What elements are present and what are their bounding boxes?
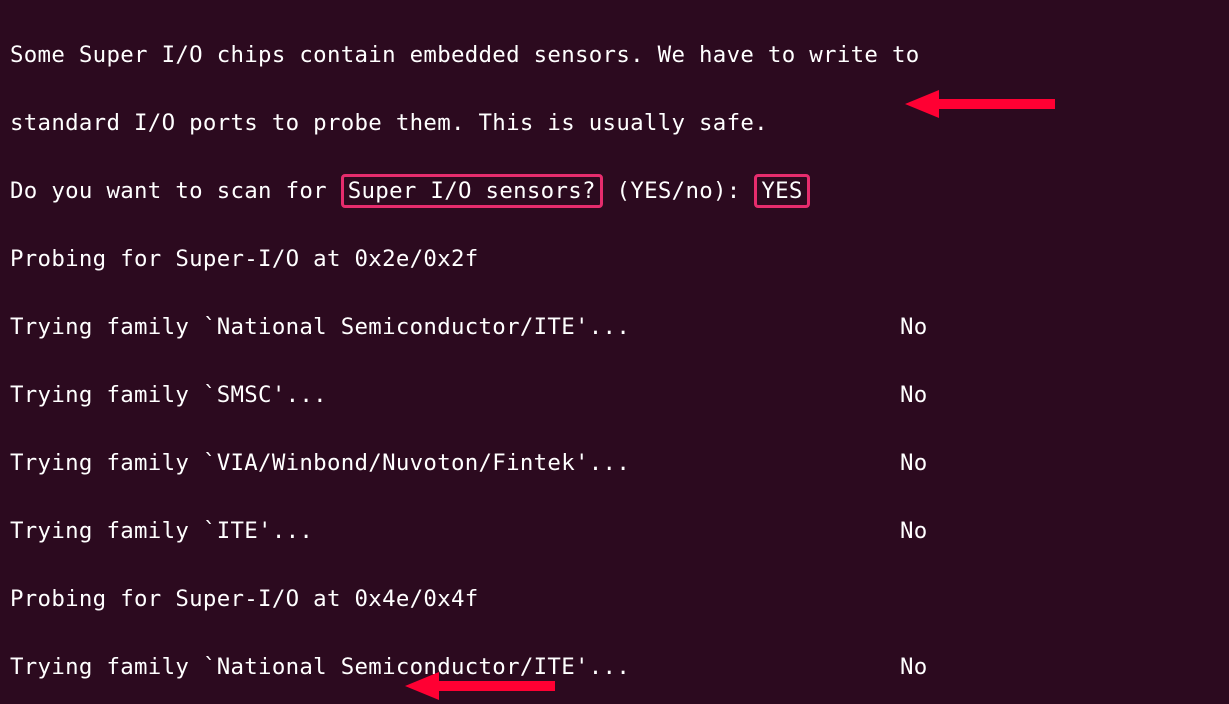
result-row: Trying family `ITE'... No: [10, 514, 1219, 548]
text: Trying family `ITE'...: [10, 518, 313, 544]
text: Trying family `National Semiconductor/IT…: [10, 314, 630, 340]
prompt-line-superio: Do you want to scan for Super I/O sensor…: [10, 174, 1219, 208]
text: Do you want to scan for: [10, 178, 341, 204]
result-value: No: [900, 310, 928, 344]
text-line: Some Super I/O chips contain embedded se…: [10, 38, 1219, 72]
result-value: No: [900, 446, 928, 480]
highlight-answer-yes[interactable]: YES: [754, 174, 809, 208]
result-value: No: [900, 650, 928, 684]
terminal-output: Some Super I/O chips contain embedded se…: [0, 0, 1229, 704]
result-value: No: [900, 378, 928, 412]
text: Trying family `SMSC'...: [10, 382, 327, 408]
text: (YES/no):: [603, 178, 755, 204]
text-line: Probing for Super-I/O at 0x4e/0x4f: [10, 582, 1219, 616]
highlight-superio-question: Super I/O sensors?: [341, 174, 603, 208]
text: standard I/O ports to probe them. This i…: [10, 110, 768, 136]
text: Trying family `VIA/Winbond/Nuvoton/Finte…: [10, 450, 630, 476]
text: Probing for Super-I/O at 0x2e/0x2f: [10, 246, 479, 272]
result-row: Trying family `National Semiconductor/IT…: [10, 310, 1219, 344]
result-row: Trying family `National Semiconductor/IT…: [10, 650, 1219, 684]
result-row: Trying family `SMSC'... No: [10, 378, 1219, 412]
text: Probing for Super-I/O at 0x4e/0x4f: [10, 586, 479, 612]
text-line: Probing for Super-I/O at 0x2e/0x2f: [10, 242, 1219, 276]
text-line: standard I/O ports to probe them. This i…: [10, 106, 1219, 140]
text: Some Super I/O chips contain embedded se…: [10, 42, 920, 68]
result-value: No: [900, 514, 928, 548]
text: Trying family `National Semiconductor/IT…: [10, 654, 630, 680]
result-row: Trying family `VIA/Winbond/Nuvoton/Finte…: [10, 446, 1219, 480]
